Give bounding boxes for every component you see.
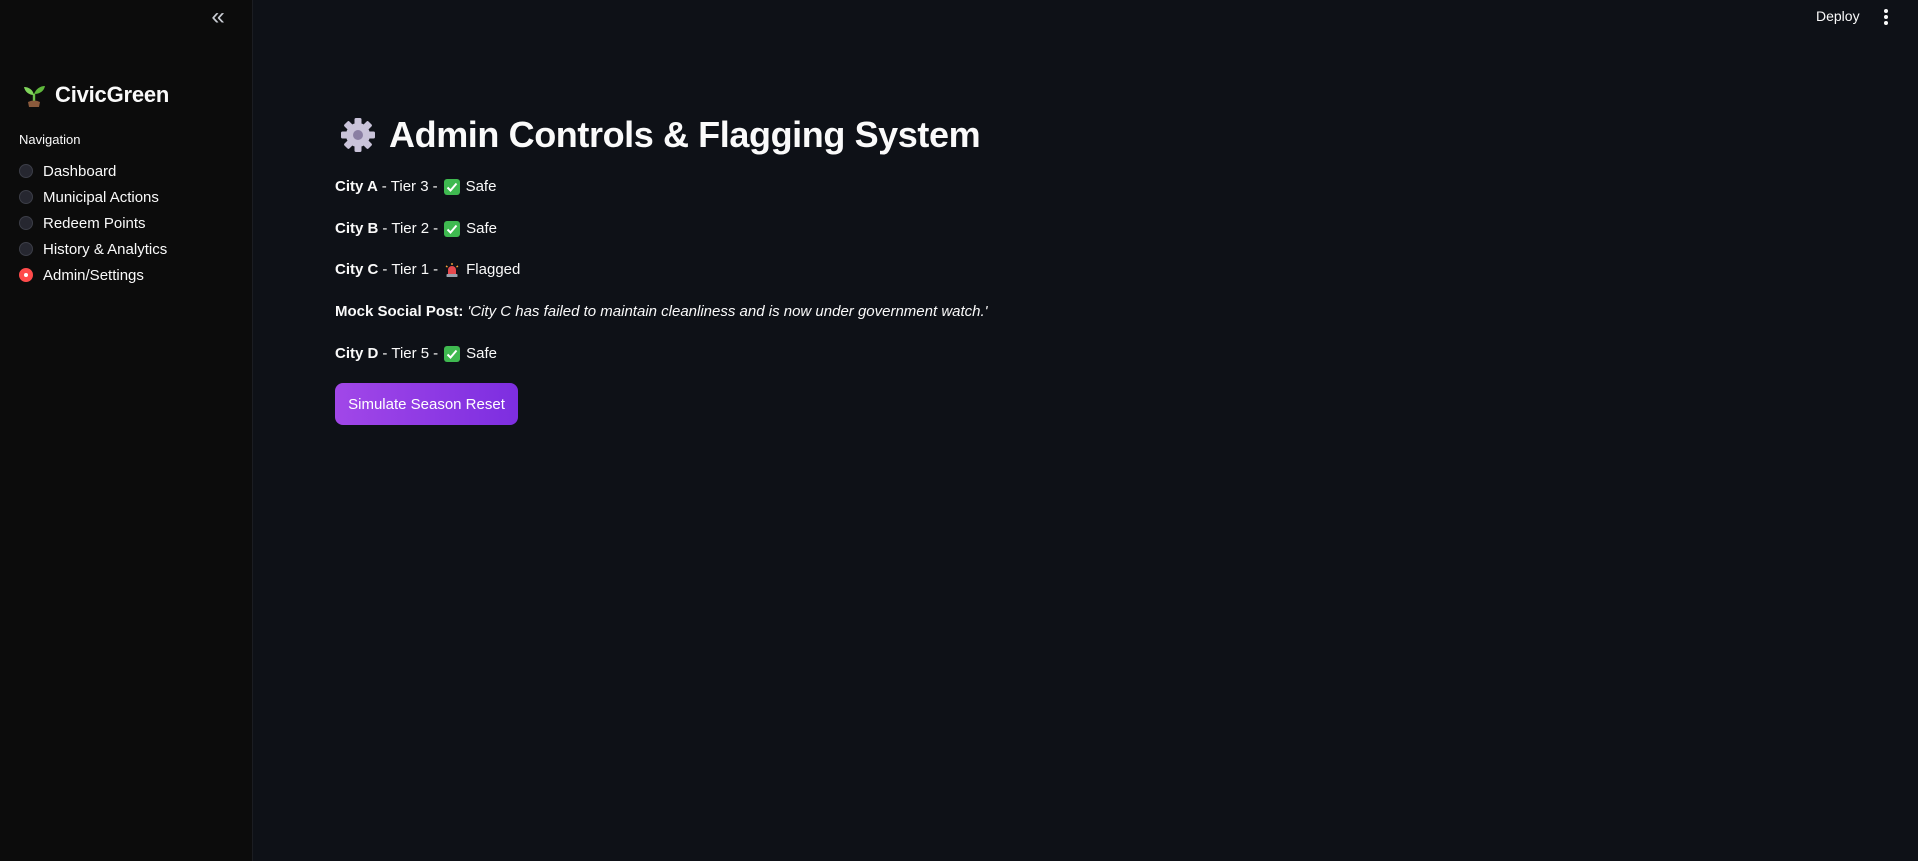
city-name: City B: [335, 220, 379, 237]
radio-button[interactable]: [19, 216, 33, 230]
separator: -: [433, 345, 439, 362]
check-icon: [444, 220, 461, 237]
radio-button-selected[interactable]: [19, 268, 33, 282]
radio-button[interactable]: [19, 164, 33, 178]
brand-title: CivicGreen: [55, 82, 170, 107]
nav-radio-group: Dashboard Municipal Actions Redeem Point…: [19, 158, 167, 288]
radio-button[interactable]: [19, 242, 33, 256]
separator: -: [433, 261, 439, 278]
city-tier: Tier 2: [391, 220, 430, 237]
collapse-sidebar-icon[interactable]: «: [207, 4, 229, 30]
nav-item-label: Admin/Settings: [43, 266, 144, 284]
nav-item-admin-settings[interactable]: Admin/Settings: [19, 262, 167, 288]
city-tier: Tier 5: [391, 345, 430, 362]
nav-label: Navigation: [19, 132, 81, 147]
brand: CivicGreen: [21, 82, 169, 108]
mock-post-label: Mock Social Post:: [335, 303, 464, 320]
gear-icon: [341, 118, 375, 152]
city-status: Safe: [466, 220, 497, 237]
city-name: City A: [335, 178, 378, 195]
mock-social-post: Mock Social Post: 'City C has failed to …: [335, 303, 988, 320]
deploy-button[interactable]: Deploy: [1816, 8, 1860, 24]
separator: -: [382, 220, 388, 237]
city-tier: Tier 3: [390, 178, 429, 195]
city-status: Safe: [466, 345, 497, 362]
separator: -: [382, 261, 388, 278]
nav-item-municipal-actions[interactable]: Municipal Actions: [19, 184, 167, 210]
check-icon: [444, 345, 461, 362]
page-title: Admin Controls & Flagging System: [339, 114, 981, 156]
nav-item-label: History & Analytics: [43, 240, 168, 258]
siren-icon: [445, 262, 459, 277]
city-status-row: City B - Tier 2 - Safe: [335, 220, 497, 237]
separator: -: [382, 345, 388, 362]
city-name: City C: [335, 261, 379, 278]
city-status-row: City C - Tier 1 - Flagged: [335, 261, 520, 278]
simulate-season-reset-button[interactable]: Simulate Season Reset: [335, 383, 518, 425]
separator: -: [432, 178, 438, 195]
check-icon: [443, 178, 460, 195]
nav-item-history-analytics[interactable]: History & Analytics: [19, 236, 167, 262]
radio-button[interactable]: [19, 190, 33, 204]
city-status: Flagged: [466, 261, 521, 278]
nav-item-label: Redeem Points: [43, 214, 146, 232]
separator: -: [433, 220, 439, 237]
mock-post-text: 'City C has failed to maintain cleanline…: [467, 303, 988, 320]
city-status-row: City D - Tier 5 - Safe: [335, 345, 497, 362]
nav-item-label: Dashboard: [43, 162, 117, 180]
city-status: Safe: [465, 178, 497, 195]
city-name: City D: [335, 345, 379, 362]
city-tier: Tier 1: [391, 261, 430, 278]
sidebar: « CivicGreen Navigation Dashboard Munici…: [0, 0, 253, 861]
vertical-dots-icon[interactable]: [1878, 8, 1894, 28]
separator: -: [381, 178, 387, 195]
seedling-icon: [24, 86, 45, 107]
page-title-text: Admin Controls & Flagging System: [389, 114, 981, 155]
nav-item-label: Municipal Actions: [43, 188, 159, 206]
nav-item-dashboard[interactable]: Dashboard: [19, 158, 167, 184]
nav-item-redeem-points[interactable]: Redeem Points: [19, 210, 167, 236]
app-root: « CivicGreen Navigation Dashboard Munici…: [0, 0, 1918, 861]
city-status-row: City A - Tier 3 - Safe: [335, 178, 496, 195]
